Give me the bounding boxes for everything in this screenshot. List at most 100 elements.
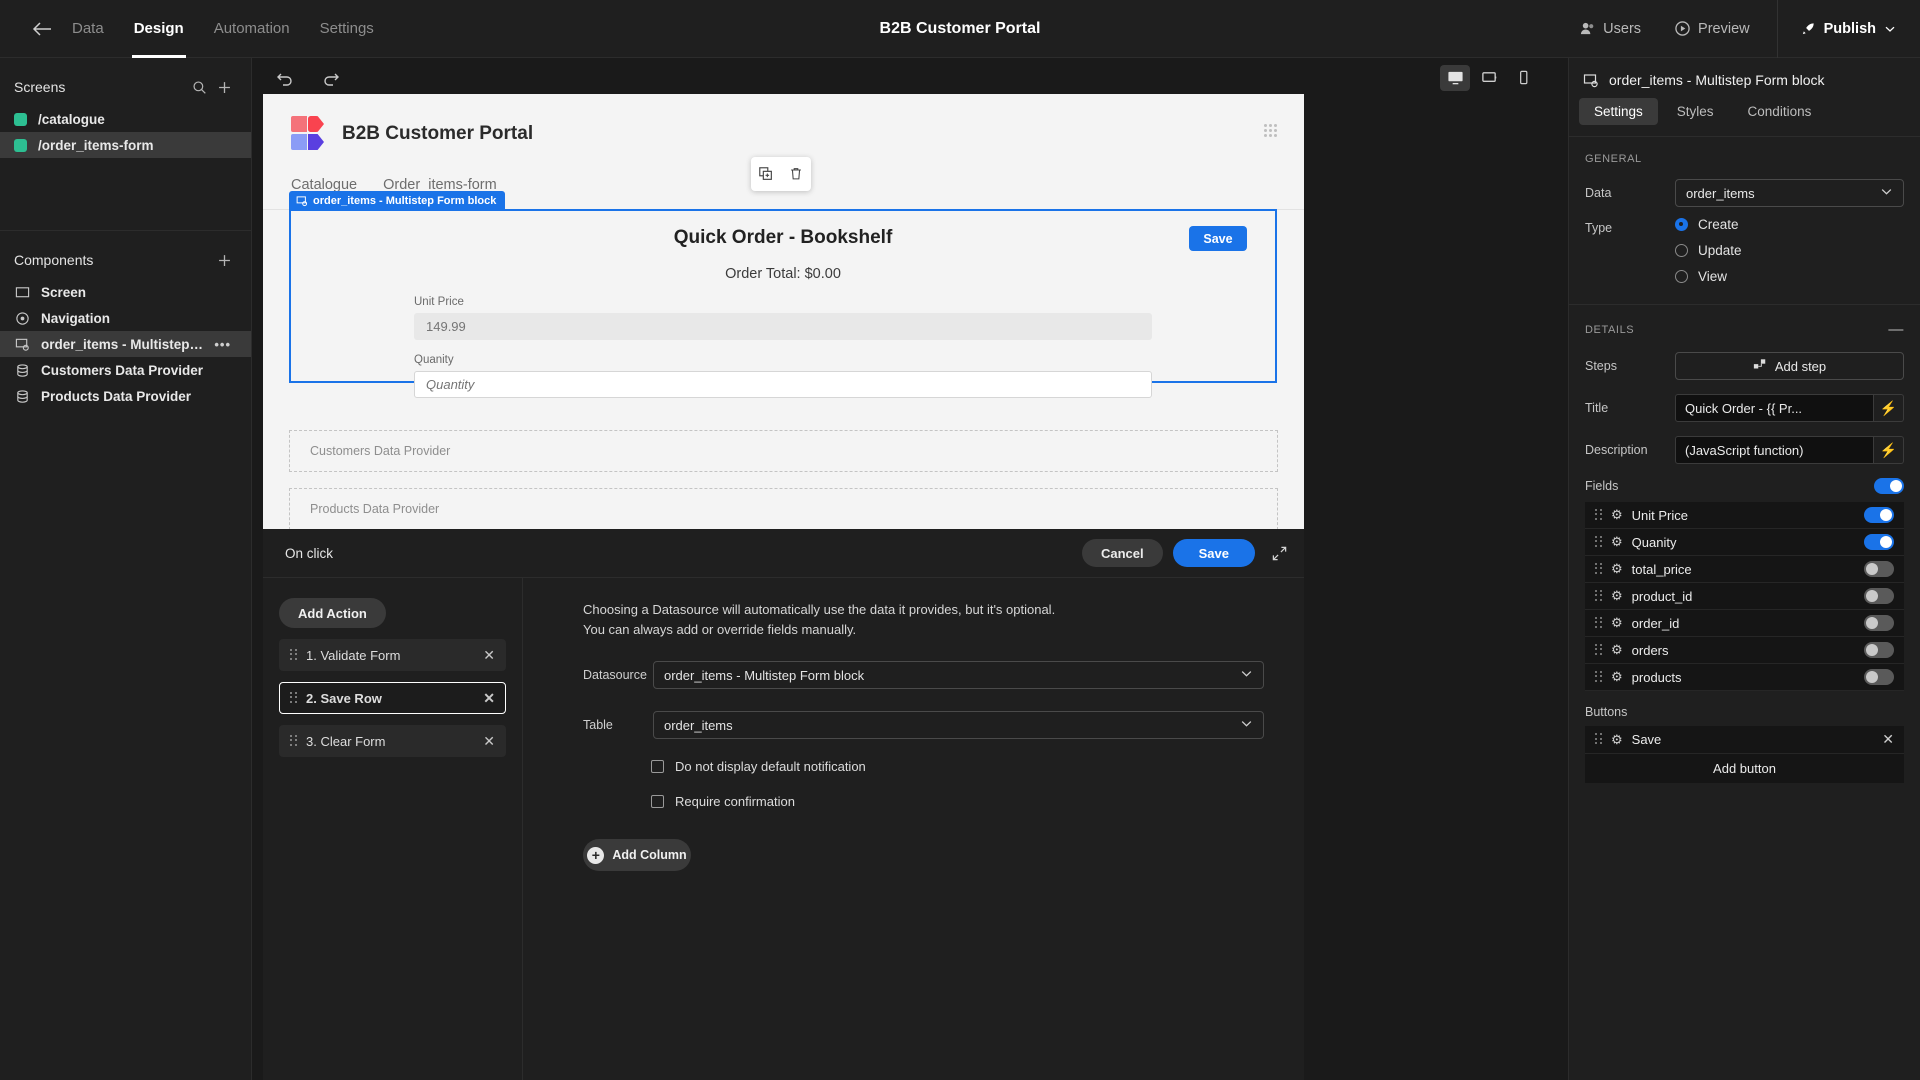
delete-icon[interactable] xyxy=(788,166,804,182)
remove-action-icon[interactable]: ✕ xyxy=(477,690,495,707)
drag-handle-icon[interactable] xyxy=(1595,616,1602,630)
field-toggle[interactable] xyxy=(1864,642,1894,658)
field-row-product-id[interactable]: ⚙ product_id xyxy=(1585,583,1904,610)
chevron-down-icon[interactable] xyxy=(1884,23,1896,35)
field-row-total-price[interactable]: ⚙ total_price xyxy=(1585,556,1904,583)
products-data-provider-placeholder[interactable]: Products Data Provider xyxy=(289,488,1278,530)
nav-tab-automation[interactable]: Automation xyxy=(212,0,292,58)
field-row-order-id[interactable]: ⚙ order_id xyxy=(1585,610,1904,637)
field-row-unit-price[interactable]: ⚙ Unit Price xyxy=(1585,502,1904,529)
type-option-view[interactable]: View xyxy=(1675,269,1920,284)
action-item-clear-form[interactable]: 3. Clear Form ✕ xyxy=(279,725,506,757)
checkbox-box[interactable] xyxy=(651,795,664,808)
drag-handle-icon[interactable] xyxy=(1595,562,1602,576)
publish-button[interactable]: Publish xyxy=(1784,21,1920,37)
datasource-select[interactable]: order_items - Multistep Form block xyxy=(653,661,1264,689)
quantity-input[interactable] xyxy=(414,371,1152,398)
gear-icon[interactable]: ⚙ xyxy=(1611,642,1623,658)
data-select[interactable]: order_items xyxy=(1675,179,1904,207)
fields-master-toggle[interactable] xyxy=(1874,478,1904,494)
form-save-button[interactable]: Save xyxy=(1189,226,1247,251)
sidebar-component-order-items-multistep[interactable]: order_items - Multistep For... ••• xyxy=(0,331,251,357)
drag-handle-icon[interactable] xyxy=(1595,643,1602,657)
add-component-icon[interactable] xyxy=(212,253,237,268)
description-input[interactable]: (JavaScript function) xyxy=(1675,436,1874,464)
gear-icon[interactable]: ⚙ xyxy=(1611,732,1623,748)
undo-icon[interactable] xyxy=(268,65,302,91)
drawer-save-button[interactable]: Save xyxy=(1172,539,1255,567)
redo-icon[interactable] xyxy=(314,65,348,91)
mobile-view-button[interactable] xyxy=(1508,65,1538,91)
back-arrow-icon[interactable] xyxy=(18,20,66,38)
search-screens-icon[interactable] xyxy=(187,80,212,95)
table-select[interactable]: order_items xyxy=(653,711,1264,739)
action-item-save-row[interactable]: 2. Save Row ✕ xyxy=(279,682,506,714)
unit-price-input[interactable] xyxy=(414,313,1152,340)
nav-tab-settings[interactable]: Settings xyxy=(318,0,376,58)
multistep-form-block[interactable]: order_items - Multistep Form block Save … xyxy=(289,191,1277,398)
add-action-button[interactable]: Add Action xyxy=(279,598,386,628)
field-row-products[interactable]: ⚙ products xyxy=(1585,664,1904,691)
radio-button[interactable] xyxy=(1675,218,1688,231)
sidebar-screen-catalogue[interactable]: /catalogue xyxy=(0,106,251,132)
radio-button[interactable] xyxy=(1675,244,1688,257)
title-binding-lightning-icon[interactable]: ⚡ xyxy=(1874,394,1904,422)
drawer-cancel-button[interactable]: Cancel xyxy=(1081,539,1163,567)
preview-button[interactable]: Preview xyxy=(1658,21,1767,37)
component-more-icon[interactable]: ••• xyxy=(214,337,237,352)
drag-handle-icon[interactable] xyxy=(1595,670,1602,684)
field-toggle[interactable] xyxy=(1864,561,1894,577)
gear-icon[interactable]: ⚙ xyxy=(1611,615,1623,631)
field-toggle[interactable] xyxy=(1864,507,1894,523)
nav-tab-design[interactable]: Design xyxy=(131,0,186,58)
remove-action-icon[interactable]: ✕ xyxy=(477,733,495,750)
type-option-update[interactable]: Update xyxy=(1675,243,1920,258)
description-binding-lightning-icon[interactable]: ⚡ xyxy=(1874,436,1904,464)
sidebar-component-customers-data-provider[interactable]: Customers Data Provider xyxy=(0,357,251,383)
action-item-validate-form[interactable]: 1. Validate Form ✕ xyxy=(279,639,506,671)
customers-data-provider-placeholder[interactable]: Customers Data Provider xyxy=(289,430,1278,472)
drag-handle-icon[interactable] xyxy=(290,734,297,748)
desktop-view-button[interactable] xyxy=(1440,64,1470,91)
add-button-button[interactable]: Add button xyxy=(1585,753,1904,783)
duplicate-icon[interactable] xyxy=(758,166,774,182)
tablet-view-button[interactable] xyxy=(1474,65,1504,91)
drag-handle-icon[interactable] xyxy=(1595,508,1602,522)
field-toggle[interactable] xyxy=(1864,588,1894,604)
expand-icon[interactable] xyxy=(1271,545,1288,562)
type-option-create[interactable]: Create xyxy=(1675,217,1920,232)
remove-action-icon[interactable]: ✕ xyxy=(477,647,495,664)
gear-icon[interactable]: ⚙ xyxy=(1611,507,1623,523)
field-toggle[interactable] xyxy=(1864,615,1894,631)
add-step-button[interactable]: Add step xyxy=(1675,352,1904,380)
add-screen-icon[interactable] xyxy=(212,80,237,95)
drag-handle-icon[interactable] xyxy=(1595,589,1602,603)
drag-handle-icon[interactable] xyxy=(1595,535,1602,549)
title-input[interactable]: Quick Order - {{ Pr... xyxy=(1675,394,1874,422)
checkbox-no-default-notification[interactable]: Do not display default notification xyxy=(651,759,1264,774)
sidebar-component-screen[interactable]: Screen xyxy=(0,279,251,305)
gear-icon[interactable]: ⚙ xyxy=(1611,669,1623,685)
users-button[interactable]: Users xyxy=(1563,21,1658,37)
field-row-quanity[interactable]: ⚙ Quanity xyxy=(1585,529,1904,556)
drag-handle-icon[interactable] xyxy=(1595,733,1602,746)
button-row-save[interactable]: ⚙ Save ✕ xyxy=(1585,726,1904,753)
gear-icon[interactable]: ⚙ xyxy=(1611,588,1623,604)
add-column-button[interactable]: + Add Column xyxy=(583,839,691,871)
gear-icon[interactable]: ⚙ xyxy=(1611,561,1623,577)
field-toggle[interactable] xyxy=(1864,669,1894,685)
sidebar-screen-order-items-form[interactable]: /order_items-form xyxy=(0,132,251,158)
checkbox-box[interactable] xyxy=(651,760,664,773)
tab-conditions[interactable]: Conditions xyxy=(1733,98,1827,125)
gear-icon[interactable]: ⚙ xyxy=(1611,534,1623,550)
sidebar-component-products-data-provider[interactable]: Products Data Provider xyxy=(0,383,251,409)
radio-button[interactable] xyxy=(1675,270,1688,283)
drag-handle-icon[interactable] xyxy=(290,648,297,662)
drag-handle-icon[interactable] xyxy=(1264,124,1278,138)
nav-tab-data[interactable]: Data xyxy=(70,0,106,58)
tab-settings[interactable]: Settings xyxy=(1579,98,1658,125)
field-row-orders[interactable]: ⚙ orders xyxy=(1585,637,1904,664)
field-toggle[interactable] xyxy=(1864,534,1894,550)
sidebar-component-navigation[interactable]: Navigation xyxy=(0,305,251,331)
checkbox-require-confirmation[interactable]: Require confirmation xyxy=(651,794,1264,809)
